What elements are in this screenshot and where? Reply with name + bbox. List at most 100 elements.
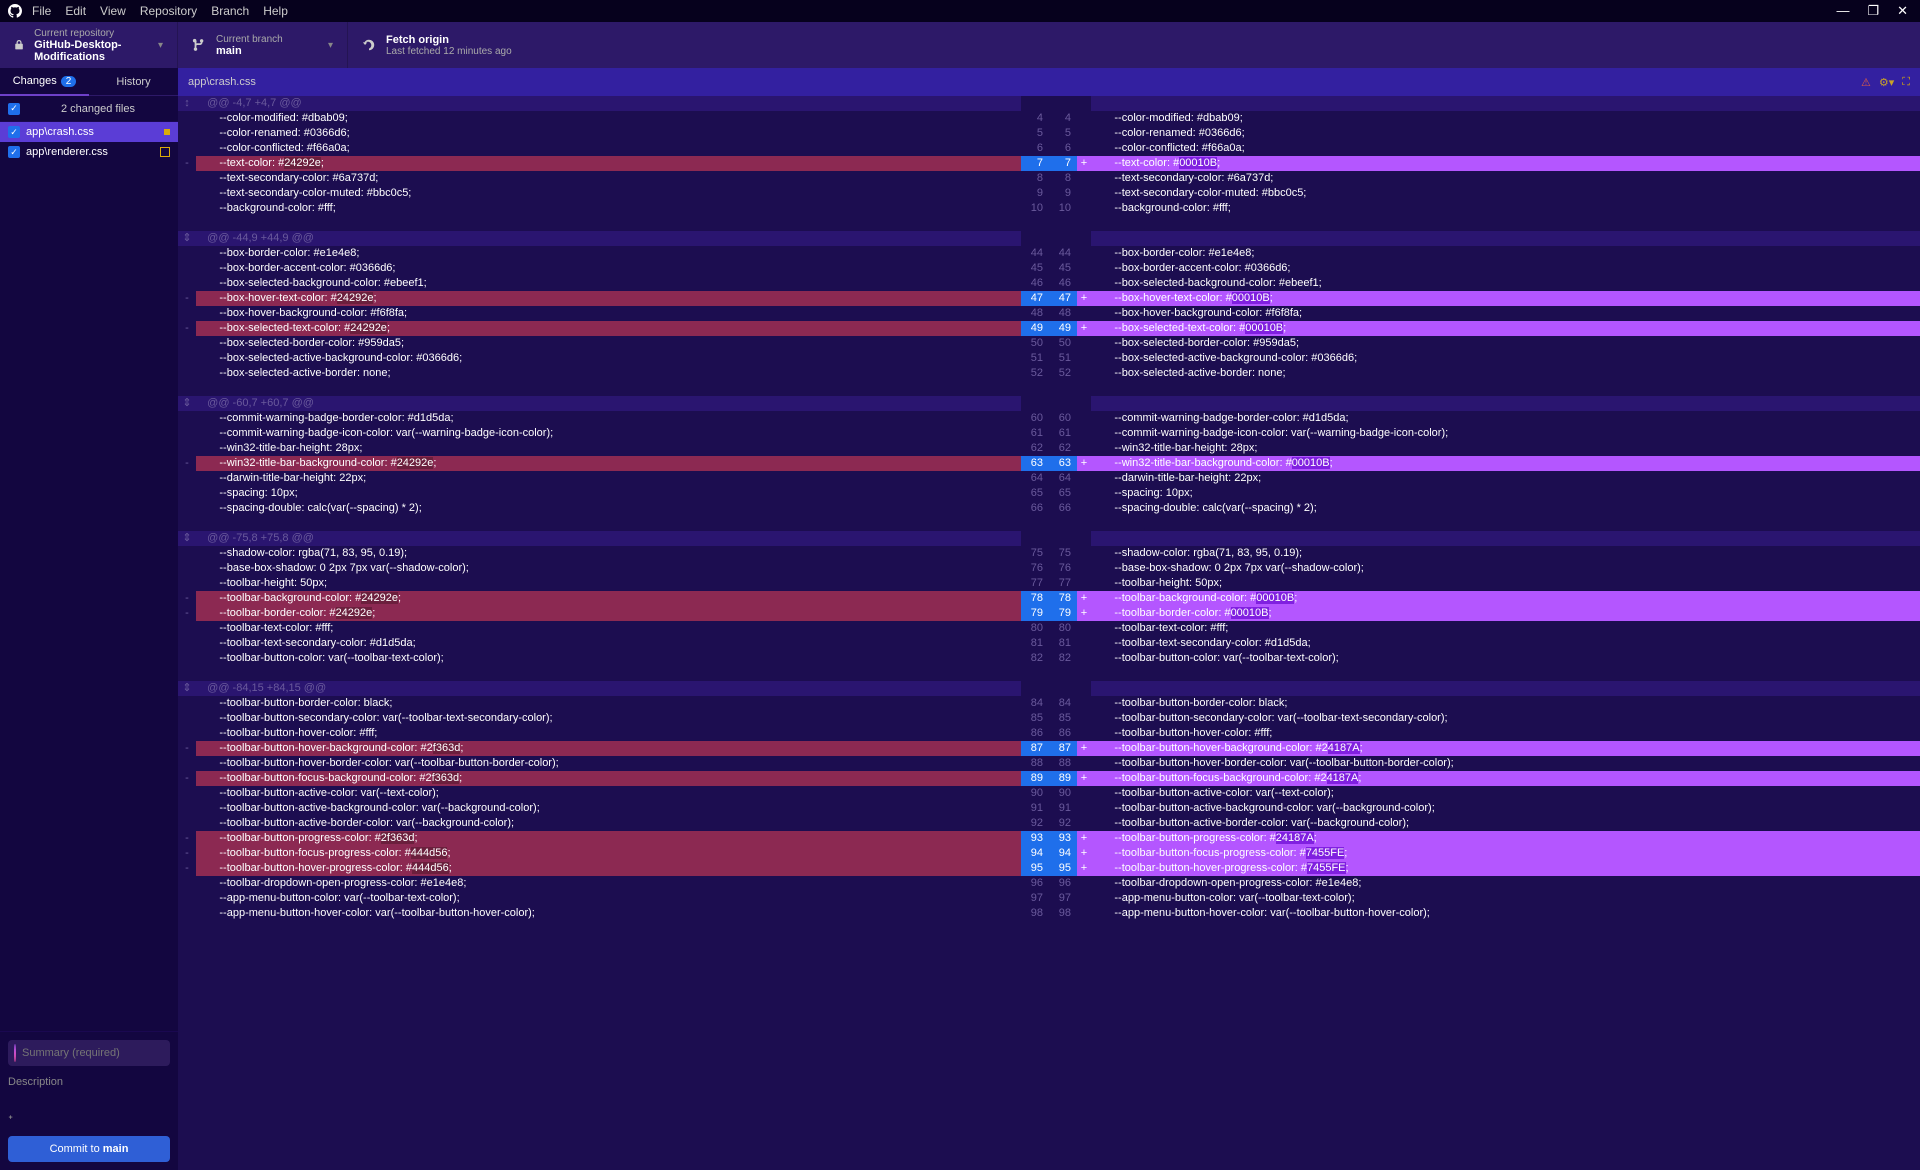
diff-row: --shadow-color: rgba(71, 83, 95, 0.19);7… bbox=[178, 546, 1920, 561]
select-all-checkbox[interactable]: ✓ bbox=[8, 103, 20, 115]
branch-selector[interactable]: Current branchmain ▾ bbox=[178, 22, 348, 68]
expand-hunk-button[interactable]: ⇕ bbox=[178, 681, 196, 696]
diff-row: - --toolbar-button-hover-background-colo… bbox=[178, 741, 1920, 756]
branch-label: Current branch bbox=[216, 34, 283, 45]
titlebar: File Edit View Repository Branch Help — ❐ ✕ bbox=[0, 0, 1920, 22]
diff-row: --commit-warning-badge-icon-color: var(-… bbox=[178, 426, 1920, 441]
main-panel: app\crash.css ⚠ ⚙▾ ⛶ ↕ @@ -4,7 +4,7 @@ -… bbox=[178, 68, 1920, 1170]
file-list: ✓ app\crash.css ✓app\renderer.css bbox=[0, 122, 178, 1031]
branch-value: main bbox=[216, 45, 283, 57]
menu-branch[interactable]: Branch bbox=[211, 4, 249, 18]
diff-row: --toolbar-button-secondary-color: var(--… bbox=[178, 711, 1920, 726]
diff-row: --box-selected-border-color: #959da5;505… bbox=[178, 336, 1920, 351]
diff-row: --toolbar-button-hover-color: #fff;8686 … bbox=[178, 726, 1920, 741]
chevron-down-icon: ▾ bbox=[328, 40, 333, 51]
diff-row: --toolbar-button-border-color: black;848… bbox=[178, 696, 1920, 711]
diff-row: - --box-hover-text-color: #24292e;4747+ … bbox=[178, 291, 1920, 306]
maximize-button[interactable]: ❐ bbox=[1867, 3, 1879, 19]
expand-hunk-button[interactable]: ↕ bbox=[178, 96, 196, 111]
diff-row: --toolbar-button-hover-border-color: var… bbox=[178, 756, 1920, 771]
diff-row: - --toolbar-button-focus-progress-color:… bbox=[178, 846, 1920, 861]
diff-row: - --win32-title-bar-background-color: #2… bbox=[178, 456, 1920, 471]
diff-row: --base-box-shadow: 0 2px 7px var(--shado… bbox=[178, 561, 1920, 576]
summary-input[interactable] bbox=[22, 1047, 164, 1059]
menu-file[interactable]: File bbox=[32, 4, 51, 18]
modified-icon bbox=[164, 129, 170, 135]
diff-row: --toolbar-text-color: #fff;8080 --toolba… bbox=[178, 621, 1920, 636]
diff-row: - --toolbar-border-color: #24292e;7979+ … bbox=[178, 606, 1920, 621]
diff-row: --box-selected-background-color: #ebeef1… bbox=[178, 276, 1920, 291]
chevron-down-icon: ▾ bbox=[158, 40, 163, 51]
diff-row: --color-modified: #dbab09;44 --color-mod… bbox=[178, 111, 1920, 126]
diff-row: - --toolbar-button-focus-background-colo… bbox=[178, 771, 1920, 786]
commit-button[interactable]: Commit to main bbox=[8, 1136, 170, 1162]
close-button[interactable]: ✕ bbox=[1897, 3, 1908, 19]
diff-row: --toolbar-height: 50px;7777 --toolbar-he… bbox=[178, 576, 1920, 591]
lock-icon bbox=[14, 38, 24, 52]
window-controls: — ❐ ✕ bbox=[1836, 3, 1908, 19]
avatar bbox=[14, 1044, 16, 1062]
sidebar: Changes2 History ✓ 2 changed files ✓app\… bbox=[0, 68, 178, 1170]
repo-value: GitHub-Desktop-Modifications bbox=[34, 39, 148, 63]
modified-icon bbox=[160, 147, 170, 157]
file-path: app\crash.css bbox=[26, 126, 94, 138]
diff-row: - --toolbar-button-hover-progress-color:… bbox=[178, 861, 1920, 876]
tab-history[interactable]: History bbox=[89, 68, 178, 96]
expand-hunk-button[interactable]: ⇕ bbox=[178, 531, 196, 546]
menu-repository[interactable]: Repository bbox=[140, 4, 197, 18]
diff-row: --app-menu-button-hover-color: var(--too… bbox=[178, 906, 1920, 921]
diff-row: --box-selected-active-border: none;5252 … bbox=[178, 366, 1920, 381]
expand-icon[interactable]: ⛶ bbox=[1902, 76, 1910, 89]
diff-view[interactable]: ↕ @@ -4,7 +4,7 @@ --color-modified: #dba… bbox=[178, 96, 1920, 1170]
diff-row: --color-conflicted: #f66a0a;66 --color-c… bbox=[178, 141, 1920, 156]
fetch-button[interactable]: Fetch originLast fetched 12 minutes ago bbox=[348, 22, 1920, 68]
fetch-title: Fetch origin bbox=[386, 34, 512, 46]
changed-files-header[interactable]: ✓ 2 changed files bbox=[0, 96, 178, 122]
toolbar: Current repositoryGitHub-Desktop-Modific… bbox=[0, 22, 1920, 68]
diff-row: --spacing: 10px;6565 --spacing: 10px; bbox=[178, 486, 1920, 501]
commit-form: Description ᐩ Commit to main bbox=[0, 1031, 178, 1170]
github-logo-icon bbox=[8, 4, 22, 18]
diff-row: ↕ @@ -4,7 +4,7 @@ bbox=[178, 96, 1920, 111]
add-coauthor-button[interactable]: ᐩ bbox=[8, 1108, 170, 1136]
diff-row: --box-selected-active-background-color: … bbox=[178, 351, 1920, 366]
diff-row: --toolbar-button-active-background-color… bbox=[178, 801, 1920, 816]
file-item[interactable]: ✓ app\crash.css bbox=[0, 122, 178, 142]
diff-row: ⇕ @@ -75,8 +75,8 @@ bbox=[178, 531, 1920, 546]
diff-row: --color-renamed: #0366d6;55 --color-rena… bbox=[178, 126, 1920, 141]
warning-icon[interactable]: ⚠ bbox=[1861, 76, 1871, 89]
menu-edit[interactable]: Edit bbox=[65, 4, 86, 18]
branch-icon bbox=[192, 38, 206, 52]
repo-label: Current repository bbox=[34, 28, 148, 39]
diff-row: --win32-title-bar-height: 28px;6262 --wi… bbox=[178, 441, 1920, 456]
diff-row: --spacing-double: calc(var(--spacing) * … bbox=[178, 501, 1920, 516]
repository-selector[interactable]: Current repositoryGitHub-Desktop-Modific… bbox=[0, 22, 178, 68]
sync-icon bbox=[362, 38, 376, 52]
diff-row: --toolbar-button-active-border-color: va… bbox=[178, 816, 1920, 831]
diff-row: --app-menu-button-color: var(--toolbar-t… bbox=[178, 891, 1920, 906]
diff-row: --toolbar-text-secondary-color: #d1d5da;… bbox=[178, 636, 1920, 651]
minimize-button[interactable]: — bbox=[1836, 3, 1849, 19]
diff-row: --box-hover-background-color: #f6f8fa;48… bbox=[178, 306, 1920, 321]
diff-row: - --toolbar-background-color: #24292e;78… bbox=[178, 591, 1920, 606]
expand-hunk-button[interactable]: ⇕ bbox=[178, 231, 196, 246]
diff-row: --commit-warning-badge-border-color: #d1… bbox=[178, 411, 1920, 426]
diff-row: - --box-selected-text-color: #24292e;494… bbox=[178, 321, 1920, 336]
settings-icon[interactable]: ⚙▾ bbox=[1879, 76, 1894, 89]
expand-hunk-button[interactable]: ⇕ bbox=[178, 396, 196, 411]
diff-row: --text-secondary-color: #6a737d;88 --tex… bbox=[178, 171, 1920, 186]
file-checkbox[interactable]: ✓ bbox=[8, 126, 20, 138]
menu-view[interactable]: View bbox=[100, 4, 126, 18]
menu-help[interactable]: Help bbox=[263, 4, 288, 18]
file-item[interactable]: ✓app\renderer.css bbox=[0, 142, 178, 162]
menubar: File Edit View Repository Branch Help bbox=[32, 4, 1836, 18]
diff-row: --toolbar-button-active-color: var(--tex… bbox=[178, 786, 1920, 801]
diff-row: --background-color: #fff;1010 --backgrou… bbox=[178, 201, 1920, 216]
diff-row: --box-border-accent-color: #0366d6;4545 … bbox=[178, 261, 1920, 276]
description-input[interactable]: Description bbox=[8, 1072, 170, 1108]
diff-row: --toolbar-dropdown-open-progress-color: … bbox=[178, 876, 1920, 891]
tab-changes[interactable]: Changes2 bbox=[0, 68, 89, 96]
diff-row: - --text-color: #24292e;77+ --text-color… bbox=[178, 156, 1920, 171]
file-path: app\crash.css bbox=[188, 76, 256, 88]
file-checkbox[interactable]: ✓ bbox=[8, 146, 20, 158]
